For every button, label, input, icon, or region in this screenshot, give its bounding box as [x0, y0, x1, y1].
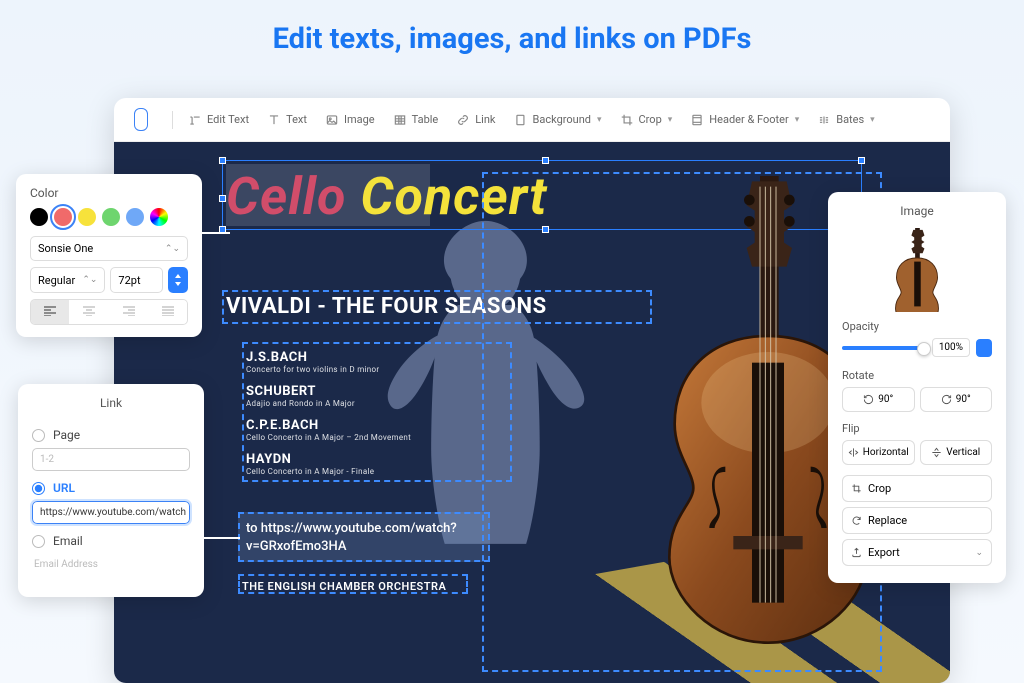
opacity-label: Opacity: [842, 320, 992, 333]
link-panel: Link Page 1-2 URL https://www.youtube.co…: [18, 384, 204, 597]
radio-icon: [32, 482, 45, 495]
replace-image-button[interactable]: Replace: [842, 507, 992, 534]
swatch-green[interactable]: [102, 208, 120, 226]
crop-image-button[interactable]: Crop: [842, 475, 992, 502]
link-url-option[interactable]: URL: [32, 481, 190, 495]
export-image-button[interactable]: Export⌄: [842, 539, 992, 566]
link-page-option[interactable]: Page: [32, 428, 190, 442]
link-connector: [202, 537, 240, 539]
color-swatches: [30, 208, 188, 226]
cello-selection: [482, 172, 882, 672]
flip-horizontal-button[interactable]: Horizontal: [842, 440, 915, 465]
swatch-custom[interactable]: [150, 208, 168, 226]
color-connector: [200, 232, 230, 234]
edit-text-button[interactable]: Edit Text: [181, 109, 256, 131]
radio-icon: [32, 429, 45, 442]
color-panel: Color Sonsie One⌃⌄ Regular⌃⌄ 72pt: [16, 174, 202, 337]
header-footer-button[interactable]: Header & Footer▾: [683, 109, 806, 131]
opacity-slider[interactable]: [842, 346, 926, 350]
flip-label: Flip: [842, 422, 992, 435]
app-window: Edit Text Text Image Table Link Backgrou…: [114, 98, 950, 683]
url-input[interactable]: https://www.youtube.com/watch: [32, 501, 190, 524]
image-panel-title: Image: [842, 204, 992, 218]
select-tool[interactable]: [134, 108, 148, 131]
image-panel: Image Opacity 100% Rotate 90° 90° Flip H…: [828, 192, 1006, 583]
rotate-label: Rotate: [842, 369, 992, 382]
headline: Edit texts, images, and links on PDFs: [273, 22, 752, 56]
text-button[interactable]: Text: [260, 109, 314, 131]
font-size-input[interactable]: 72pt: [110, 267, 163, 293]
rotate-cw-button[interactable]: 90°: [920, 387, 993, 412]
hand-tool[interactable]: [152, 109, 164, 130]
email-input[interactable]: Email Address: [32, 554, 190, 575]
opacity-stepper[interactable]: [976, 339, 992, 357]
font-family-select[interactable]: Sonsie One⌃⌄: [30, 236, 188, 261]
swatch-blue[interactable]: [126, 208, 144, 226]
table-button[interactable]: Table: [386, 109, 446, 131]
swatch-black[interactable]: [30, 208, 48, 226]
swatch-yellow[interactable]: [78, 208, 96, 226]
orchestra-selection: [238, 574, 468, 594]
flip-vertical-button[interactable]: Vertical: [920, 440, 993, 465]
align-center[interactable]: [71, 300, 109, 324]
document-link[interactable]: to https://www.youtube.com/watch?v=GRxof…: [246, 520, 457, 556]
radio-icon: [32, 535, 45, 548]
font-size-stepper[interactable]: [168, 267, 188, 293]
page-input[interactable]: 1-2: [32, 448, 190, 471]
document-canvas[interactable]: Cello Concert VIVALDI - THE FOUR SEASONS…: [114, 142, 950, 683]
background-button[interactable]: Background▾: [507, 109, 609, 131]
color-panel-title: Color: [30, 186, 188, 200]
text-align-group: [30, 299, 188, 325]
image-button[interactable]: Image: [318, 109, 382, 131]
align-justify[interactable]: [150, 300, 188, 324]
link-panel-title: Link: [32, 396, 190, 418]
align-right[interactable]: [110, 300, 148, 324]
font-weight-select[interactable]: Regular⌃⌄: [30, 267, 105, 293]
image-thumbnail[interactable]: [887, 228, 947, 308]
composers-selection: [242, 342, 512, 482]
swatch-red[interactable]: [54, 208, 72, 226]
toolbar: Edit Text Text Image Table Link Backgrou…: [114, 98, 950, 142]
rotate-ccw-button[interactable]: 90°: [842, 387, 915, 412]
opacity-value[interactable]: 100%: [932, 338, 970, 357]
crop-button[interactable]: Crop▾: [613, 109, 680, 131]
align-left[interactable]: [31, 300, 69, 324]
link-button[interactable]: Link: [449, 109, 502, 131]
link-email-option[interactable]: Email: [32, 534, 190, 548]
bates-button[interactable]: Bates▾: [810, 109, 881, 131]
